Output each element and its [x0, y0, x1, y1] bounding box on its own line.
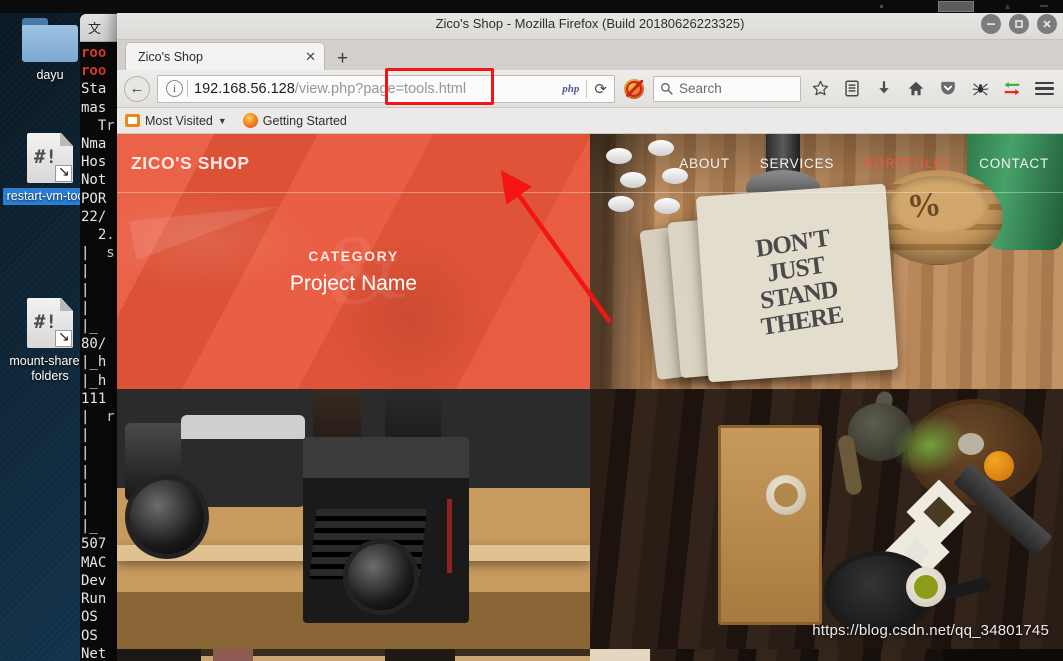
downloads-icon[interactable] — [871, 80, 897, 97]
nav-item-about[interactable]: ABOUT — [679, 156, 730, 171]
tab-strip[interactable]: Zico's Shop ✕ + — [117, 40, 1063, 70]
bookmarks-toolbar[interactable]: Most Visited ▼ Getting Started — [117, 108, 1063, 134]
maximize-button[interactable] — [1009, 14, 1029, 34]
close-button[interactable] — [1037, 14, 1057, 34]
portfolio-grid: & CATEGORY Project Name % DON'T JUST STA… — [117, 134, 1063, 661]
portfolio-tile-cameras[interactable] — [117, 389, 590, 649]
portfolio-tile-next-left[interactable] — [117, 649, 590, 661]
close-icon[interactable]: ✕ — [305, 49, 316, 65]
badge-divider — [586, 79, 588, 98]
panel-indicator-c — [1040, 5, 1048, 7]
noscript-icon[interactable] — [621, 78, 647, 99]
window-controls[interactable] — [981, 14, 1057, 34]
site-navigation[interactable]: ABOUT SERVICES PORTFOLIO CONTACT — [679, 156, 1055, 171]
strip-light-left — [590, 649, 650, 661]
url-divider — [187, 80, 188, 97]
search-icon — [660, 82, 673, 95]
nav-item-services[interactable]: SERVICES — [760, 156, 834, 171]
bookmark-label: Getting Started — [262, 113, 347, 128]
navigation-toolbar[interactable]: ← i 192.168.56.128/view.php?page=tools.h… — [117, 70, 1063, 108]
panel-window-chip[interactable] — [938, 1, 974, 12]
minimize-button[interactable] — [981, 14, 1001, 34]
site-info-icon[interactable]: i — [166, 80, 183, 97]
tile-project-name: Project Name — [289, 271, 418, 295]
header-divider — [117, 192, 1063, 193]
desktop-icon-label: dayu — [36, 68, 64, 82]
bookmark-label: Most Visited — [145, 113, 213, 128]
address-bar[interactable]: i 192.168.56.128/view.php?page=tools.htm… — [157, 74, 615, 103]
orange-fruit-shape — [984, 451, 1014, 481]
script-file-icon: #! — [27, 298, 73, 348]
desktop-background: dayu #! restart-vm-tools #! mount-shared… — [0, 0, 1063, 661]
tab-title: Zico's Shop — [138, 49, 203, 64]
cutting-board-shape — [718, 425, 822, 625]
page-viewport[interactable]: & CATEGORY Project Name % DON'T JUST STA… — [117, 134, 1063, 661]
address-bar-badges[interactable]: php ⟳ — [562, 79, 610, 98]
system-panel[interactable] — [0, 0, 1063, 13]
folder-icon — [22, 18, 78, 62]
back-arrow-icon: ← — [124, 75, 150, 102]
bookmark-getting-started[interactable]: Getting Started — [242, 113, 347, 128]
strip-accent — [213, 649, 253, 661]
script-file-icon: #! — [27, 133, 73, 183]
php-badge-icon[interactable]: php — [562, 83, 579, 95]
portfolio-tile-kitchen[interactable] — [590, 389, 1063, 649]
most-visited-folder-icon — [125, 114, 140, 127]
bookmark-star-icon[interactable] — [807, 80, 833, 97]
site-logo[interactable]: ZICO'S SHOP — [131, 153, 250, 174]
tile-category: CATEGORY — [308, 247, 399, 264]
terminal-tab-label: 文 — [88, 21, 102, 36]
nav-item-portfolio[interactable]: PORTFOLIO — [864, 156, 949, 171]
back-button[interactable]: ← — [123, 75, 151, 103]
search-input[interactable]: Search — [653, 75, 801, 102]
url-path: /view.php?page — [294, 80, 396, 97]
nav-item-contact[interactable]: CONTACT — [979, 156, 1049, 171]
search-placeholder: Search — [679, 81, 722, 96]
strip-black-right — [943, 649, 1063, 661]
spider-icon[interactable] — [967, 81, 993, 97]
notebook-cover-text: DON'T JUST STAND THERE — [750, 225, 844, 341]
bookmark-most-visited[interactable]: Most Visited ▼ — [125, 114, 227, 128]
panel-indicator-b — [1005, 4, 1010, 9]
home-icon[interactable] — [903, 80, 929, 97]
firefox-window[interactable]: Zico's Shop - Mozilla Firefox (Build 201… — [117, 8, 1063, 661]
url-text: 192.168.56.128/view.php?page=tools.html — [194, 81, 466, 97]
strip-dark-left — [117, 649, 201, 661]
chevron-down-icon: ▼ — [217, 115, 227, 126]
camera-lens-1 — [125, 475, 209, 559]
egg-shape — [958, 433, 984, 455]
url-param: =tools.html — [395, 80, 467, 97]
browser-tab[interactable]: Zico's Shop ✕ — [125, 42, 325, 70]
strip-dark-right — [385, 649, 455, 661]
oil-bowl — [906, 567, 946, 607]
watermark-text: https://blog.csdn.net/qq_34801745 — [812, 622, 1049, 639]
site-header: ZICO'S SHOP ABOUT SERVICES PORTFOLIO CONTAC… — [117, 134, 1063, 192]
new-tab-button[interactable]: + — [325, 49, 360, 70]
library-icon[interactable] — [839, 80, 865, 97]
reload-icon[interactable]: ⟳ — [594, 80, 607, 98]
url-host: 192.168.56.128 — [194, 80, 295, 97]
firefox-icon — [242, 113, 258, 128]
camera-lens-2 — [343, 539, 419, 615]
proxy-toggle-icon[interactable] — [999, 80, 1025, 97]
panel-indicator-a — [880, 5, 883, 8]
red-stripe-detail — [447, 499, 452, 573]
hamburger-menu-icon[interactable] — [1031, 81, 1057, 96]
notebook-front: DON'T JUST STAND THERE — [695, 183, 899, 383]
spice-bowl — [766, 475, 806, 515]
portfolio-tile-next-right[interactable] — [590, 649, 1063, 661]
window-title: Zico's Shop - Mozilla Firefox (Build 201… — [435, 16, 745, 31]
pocket-icon[interactable] — [935, 80, 961, 97]
